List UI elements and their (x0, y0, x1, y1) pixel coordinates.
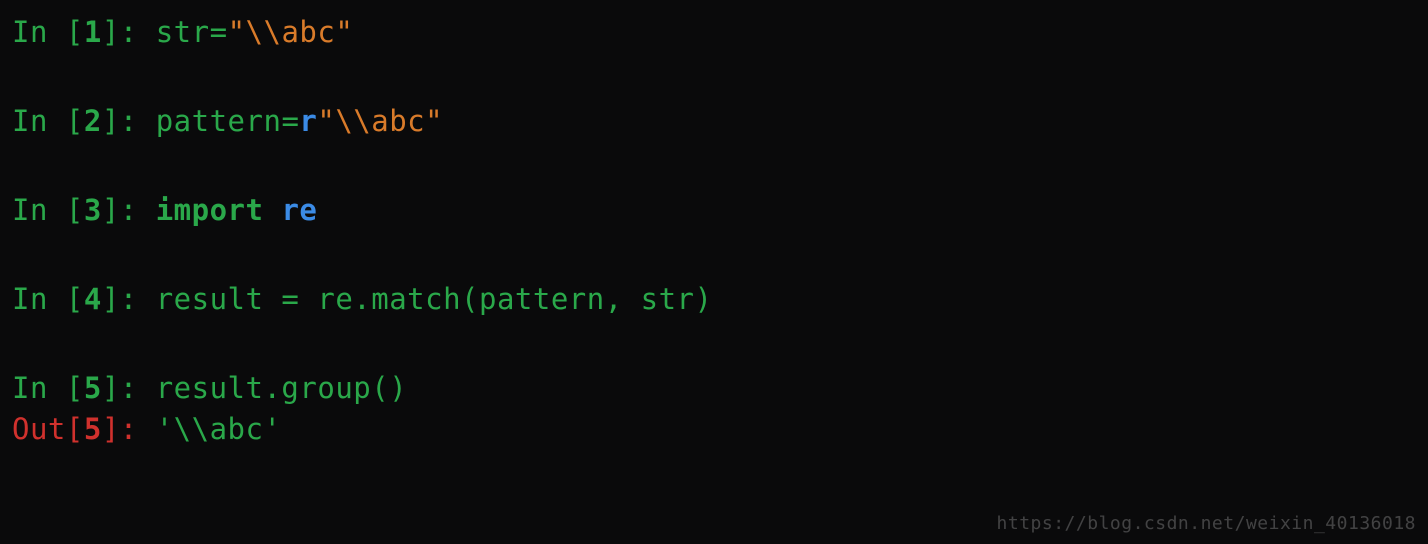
prompt-number: 1 (84, 15, 102, 49)
prompt-label: In (12, 15, 66, 49)
bracket-open: [ (66, 104, 84, 138)
prompt-number: 3 (84, 193, 102, 227)
ipython-terminal[interactable]: In [1]: str="\\abc"In [2]: pattern=r"\\a… (0, 0, 1428, 444)
code-token: r (299, 104, 317, 138)
code-token (263, 193, 281, 227)
input-cell-4: In [4]: result = re.match(pattern, str) (12, 285, 1416, 314)
prompt-label: In (12, 282, 66, 316)
output-cell-5: Out[5]: '\\abc' (12, 415, 1416, 444)
cell-gap (12, 148, 1416, 196)
cell-gap (12, 326, 1416, 374)
bracket-close: ]: (102, 193, 156, 227)
bracket-close: ]: (102, 282, 156, 316)
watermark-text: https://blog.csdn.net/weixin_40136018 (997, 513, 1416, 534)
code-token: result.group() (156, 371, 407, 405)
in-prompt: In [5]: (12, 371, 156, 405)
code-token: = (210, 15, 228, 49)
code-token: pattern (156, 104, 282, 138)
prompt-number: 5 (84, 412, 102, 446)
prompt-label: In (12, 371, 66, 405)
cell-gap (12, 237, 1416, 285)
cell-gap (12, 59, 1416, 107)
bracket-close: ]: (102, 412, 156, 446)
code-token: result = re.match(pattern, str) (156, 282, 713, 316)
prompt-label: In (12, 193, 66, 227)
input-cell-5: In [5]: result.group() (12, 374, 1416, 403)
prompt-label: Out (12, 412, 66, 446)
bracket-close: ]: (102, 371, 156, 405)
code-token: = (281, 104, 299, 138)
code-token: re (281, 193, 317, 227)
input-cell-2: In [2]: pattern=r"\\abc" (12, 107, 1416, 136)
bracket-open: [ (66, 371, 84, 405)
prompt-number: 5 (84, 371, 102, 405)
in-prompt: In [2]: (12, 104, 156, 138)
out-prompt: Out[5]: (12, 412, 156, 446)
prompt-label: In (12, 104, 66, 138)
bracket-open: [ (66, 282, 84, 316)
prompt-number: 4 (84, 282, 102, 316)
input-cell-3: In [3]: import re (12, 196, 1416, 225)
code-token: "\\abc" (317, 104, 443, 138)
bracket-open: [ (66, 412, 84, 446)
input-cell-1: In [1]: str="\\abc" (12, 18, 1416, 47)
code-token: str (156, 15, 210, 49)
bracket-close: ]: (102, 104, 156, 138)
bracket-open: [ (66, 193, 84, 227)
code-token: '\\abc' (156, 412, 282, 446)
prompt-number: 2 (84, 104, 102, 138)
bracket-close: ]: (102, 15, 156, 49)
in-prompt: In [4]: (12, 282, 156, 316)
in-prompt: In [3]: (12, 193, 156, 227)
bracket-open: [ (66, 15, 84, 49)
code-token: "\\abc" (228, 15, 354, 49)
code-token: import (156, 193, 264, 227)
in-prompt: In [1]: (12, 15, 156, 49)
